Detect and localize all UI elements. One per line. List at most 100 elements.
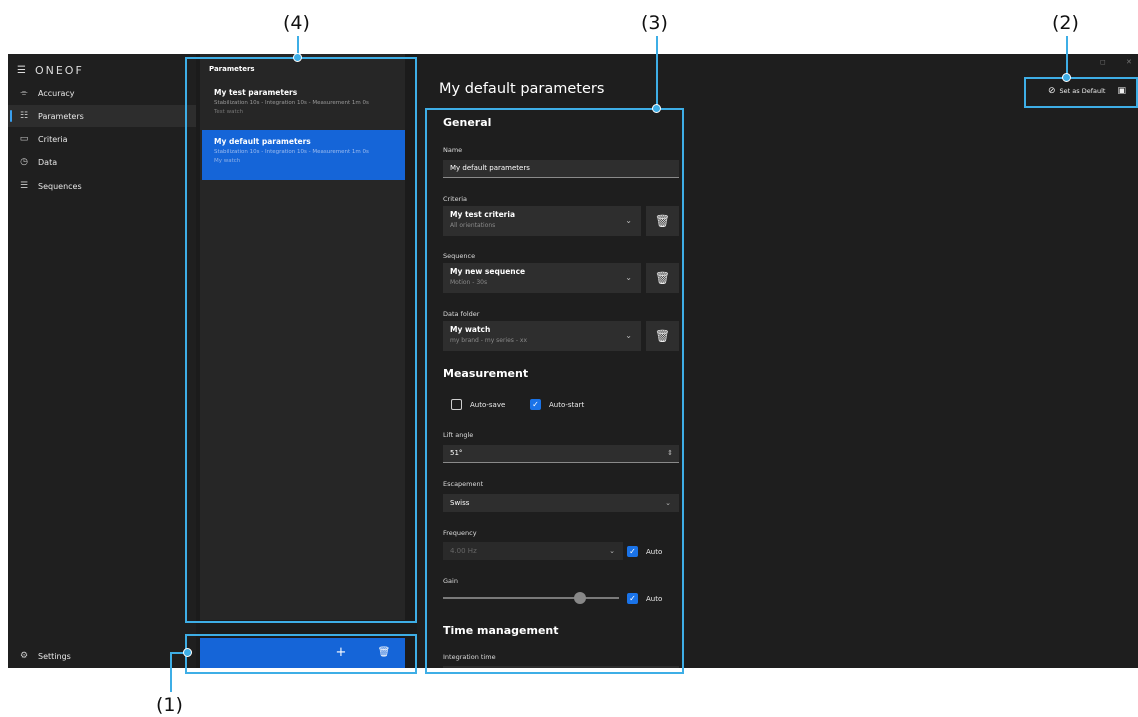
sidebar-item-settings[interactable]: ⚙ Settings <box>8 645 196 667</box>
section-time-management: Time management <box>443 624 559 637</box>
app-logo: ONEOF <box>34 63 84 77</box>
list-item-selected[interactable]: My default parameters Stabilization 10s … <box>202 130 407 180</box>
top-actions: ⊘ Set as Default ▣ <box>1048 86 1126 96</box>
list-scrollbar[interactable] <box>405 54 417 620</box>
callout-1-dot <box>183 648 192 657</box>
criteria-subtitle: All orientations <box>450 222 496 229</box>
checkbox-box <box>451 399 462 410</box>
sidebar-item-label: Settings <box>38 651 71 661</box>
app-window: ☰ ONEOF ⌯ Accuracy ☷ Parameters ▭ Criter… <box>8 54 1138 668</box>
autosave-label: Auto-save <box>470 400 506 409</box>
list-item[interactable]: My test parameters Stabilization 10s - I… <box>202 81 407 131</box>
gain-auto-checkbox[interactable]: ✓ Auto <box>627 593 662 604</box>
set-default-label: Set as Default <box>1059 87 1106 95</box>
list-item-subtitle: Stabilization 10s - Integration 10s - Me… <box>214 149 369 155</box>
add-icon[interactable]: + <box>332 644 350 662</box>
autosave-checkbox[interactable]: Auto-save <box>451 399 505 410</box>
folder-title: My watch <box>450 325 491 334</box>
callout-2-dot <box>1062 73 1071 82</box>
sidebar-item-label: Sequences <box>38 181 82 191</box>
chevron-down-icon: ⌄ <box>625 331 632 340</box>
monitor-icon: ▭ <box>19 134 29 144</box>
callout-4-dot <box>293 53 302 62</box>
accuracy-icon: ⌯ <box>20 88 28 98</box>
gain-slider[interactable] <box>443 591 619 605</box>
slider-track <box>443 597 619 599</box>
section-general: General <box>443 116 492 129</box>
sidebar-item-label: Parameters <box>38 111 84 121</box>
sidebar-item-data[interactable]: ◷ Data <box>8 151 196 173</box>
name-label: Name <box>443 146 463 154</box>
data-folder-label: Data folder <box>443 310 480 318</box>
chevron-down-icon: ⌄ <box>665 499 671 507</box>
callout-4: (4) <box>283 12 310 34</box>
criteria-select[interactable]: My test criteria All orientations ⌄ <box>443 206 641 236</box>
sequence-select[interactable]: My new sequence Motion - 30s ⌄ <box>443 263 641 293</box>
name-field[interactable]: My default parameters <box>443 160 679 178</box>
slider-thumb[interactable] <box>574 592 587 604</box>
sequence-title: My new sequence <box>450 267 526 276</box>
gain-auto-label: Auto <box>646 594 663 603</box>
trash-icon: 🗑 <box>654 214 671 228</box>
callout-2-leader <box>1066 36 1068 78</box>
lift-angle-input[interactable]: 51° ⇕ <box>443 445 679 463</box>
escapement-select[interactable]: Swiss ⌄ <box>443 494 679 512</box>
list-item-meta: My watch <box>214 158 241 164</box>
checkmark-icon: ✓ <box>627 593 638 604</box>
page-title: My default parameters <box>439 81 605 97</box>
frequency-auto-label: Auto <box>646 547 663 556</box>
list-item-title: My test parameters <box>214 88 298 97</box>
parameters-list: Parameters My test parameters Stabilizat… <box>200 54 407 620</box>
sidebar-item-label: Criteria <box>38 134 68 144</box>
checkmark-icon: ✓ <box>627 546 638 557</box>
trash-icon: 🗑 <box>654 329 671 343</box>
list-item-meta: Test watch <box>214 109 244 115</box>
callout-3-dot <box>652 104 661 113</box>
command-bar: + 🗑 <box>200 638 405 668</box>
frequency-label: Frequency <box>443 529 477 537</box>
callout-2: (2) <box>1052 12 1079 34</box>
frequency-select[interactable]: 4.00 Hz ⌄ <box>443 542 623 560</box>
close-icon[interactable]: ✕ <box>1126 58 1132 66</box>
callout-1: (1) <box>156 694 183 716</box>
criteria-title: My test criteria <box>450 210 516 219</box>
maximize-icon[interactable]: ◻ <box>1100 58 1106 66</box>
sidebar-item-criteria[interactable]: ▭ Criteria <box>8 128 196 150</box>
sequence-subtitle: Motion - 30s <box>450 279 488 286</box>
data-folder-select[interactable]: My watch my brand - my series - xx ⌄ <box>443 321 641 351</box>
checkmark-icon: ✓ <box>530 399 541 410</box>
list-title: Parameters <box>209 65 255 73</box>
delete-criteria-button[interactable]: 🗑 <box>646 206 679 236</box>
sidebar-item-accuracy[interactable]: ⌯ Accuracy <box>8 82 196 104</box>
delete-icon[interactable]: 🗑 <box>375 644 393 662</box>
callout-1-leader <box>170 652 172 692</box>
sliders-icon: ☷ <box>19 111 29 121</box>
section-measurement: Measurement <box>443 367 529 380</box>
set-default-button[interactable]: ⊘ Set as Default <box>1048 86 1105 96</box>
hamburger-menu-icon[interactable]: ☰ <box>17 65 28 76</box>
list-item-subtitle: Stabilization 10s - Integration 10s - Me… <box>214 100 369 106</box>
lift-angle-value: 51° <box>450 449 463 457</box>
sidebar-item-label: Accuracy <box>38 88 75 98</box>
sidebar-item-sequences[interactable]: ☰ Sequences <box>8 175 196 197</box>
integration-time-label: Integration time <box>443 653 496 661</box>
delete-folder-button[interactable]: 🗑 <box>646 321 679 351</box>
sidebar-item-label: Data <box>38 157 58 167</box>
frequency-value: 4.00 Hz <box>450 547 477 555</box>
chevron-down-icon: ⌄ <box>609 547 615 555</box>
criteria-label: Criteria <box>443 195 468 203</box>
delete-sequence-button[interactable]: 🗑 <box>646 263 679 293</box>
autostart-checkbox[interactable]: ✓ Auto-start <box>530 399 584 410</box>
sidebar-item-parameters[interactable]: ☷ Parameters <box>8 105 196 127</box>
gear-icon: ⚙ <box>19 651 29 661</box>
escapement-label: Escapement <box>443 480 484 488</box>
spin-icon[interactable]: ⇕ <box>667 445 673 462</box>
integration-time-field[interactable] <box>443 666 679 668</box>
chevron-down-icon: ⌄ <box>625 273 632 282</box>
save-icon[interactable]: ▣ <box>1117 86 1126 96</box>
parameters-list-pane: Parameters My test parameters Stabilizat… <box>196 54 417 668</box>
frequency-auto-checkbox[interactable]: ✓ Auto <box>627 546 662 557</box>
escapement-value: Swiss <box>450 499 470 507</box>
gain-label: Gain <box>443 577 458 585</box>
callout-3: (3) <box>641 12 668 34</box>
